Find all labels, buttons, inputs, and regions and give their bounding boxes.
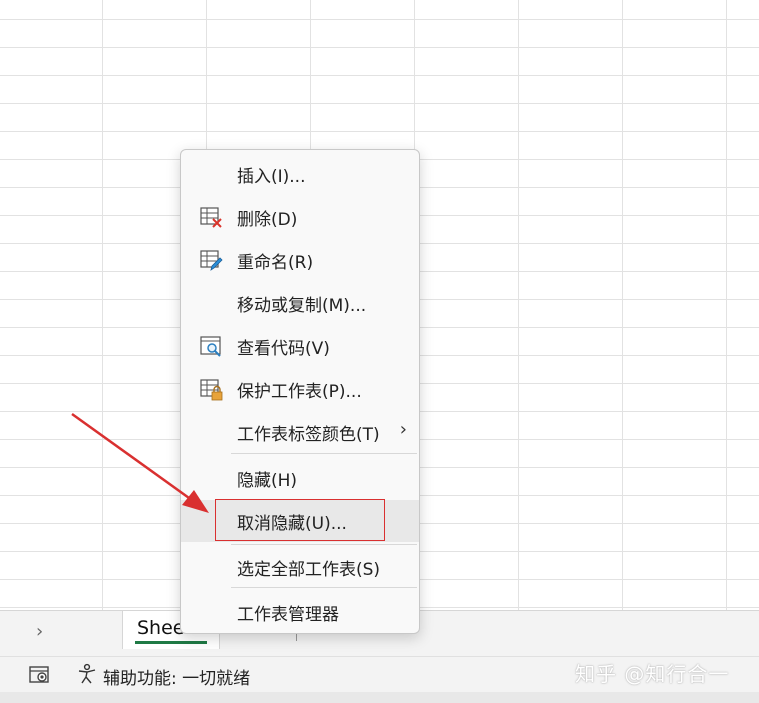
menu-item-label: 重命名(R) <box>237 253 314 273</box>
menu-item-rename[interactable]: 重命名(R) <box>181 239 419 279</box>
annotation-highlight-box <box>215 499 385 541</box>
menu-item-hide[interactable]: 隐藏(H) <box>181 457 419 497</box>
menu-item-sheet-manager[interactable]: 工作表管理器 <box>181 591 419 631</box>
rename-sheet-icon <box>200 250 223 271</box>
menu-item-tab-color[interactable]: 工作表标签颜色(T) › <box>181 411 419 451</box>
menu-item-move-copy[interactable]: 移动或复制(M)... <box>181 282 419 322</box>
menu-item-label: 插入(I)... <box>237 167 306 187</box>
accessibility-status-text: 辅助功能: 一切就绪 <box>103 669 251 689</box>
protect-sheet-icon <box>200 379 223 401</box>
sheet-nav-next-button[interactable]: › <box>36 621 43 642</box>
menu-separator <box>231 453 417 454</box>
watermark-text: 知乎 @知行合一 <box>575 662 730 686</box>
menu-item-protect-sheet[interactable]: 保护工作表(P)... <box>181 368 419 408</box>
macro-record-icon[interactable] <box>29 665 51 685</box>
menu-item-label: 选定全部工作表(S) <box>237 560 381 580</box>
menu-item-label: 工作表标签颜色(T) <box>237 425 380 445</box>
bottom-strip <box>0 692 759 703</box>
view-code-icon <box>200 336 221 357</box>
menu-item-label: 移动或复制(M)... <box>237 296 367 316</box>
menu-item-label: 工作表管理器 <box>237 605 339 625</box>
menu-item-label: 隐藏(H) <box>237 471 298 491</box>
menu-separator <box>231 544 417 545</box>
delete-sheet-icon <box>200 207 222 228</box>
menu-item-label: 删除(D) <box>237 210 298 230</box>
menu-item-delete[interactable]: 删除(D) <box>181 196 419 236</box>
submenu-arrow-icon: › <box>399 419 407 440</box>
menu-item-insert[interactable]: 插入(I)... <box>181 153 419 193</box>
menu-item-label: 查看代码(V) <box>237 339 330 359</box>
active-tab-underline <box>135 641 207 644</box>
menu-separator <box>231 587 417 588</box>
menu-item-select-all-sheets[interactable]: 选定全部工作表(S) <box>181 546 419 586</box>
menu-item-view-code[interactable]: 查看代码(V) <box>181 325 419 365</box>
sheet-tab-context-menu: 插入(I)... 删除(D) 重命名(R) 移动或复制(M)... 查看代码(V… <box>180 149 420 634</box>
accessibility-icon[interactable] <box>76 663 98 685</box>
menu-item-label: 保护工作表(P)... <box>237 382 362 402</box>
